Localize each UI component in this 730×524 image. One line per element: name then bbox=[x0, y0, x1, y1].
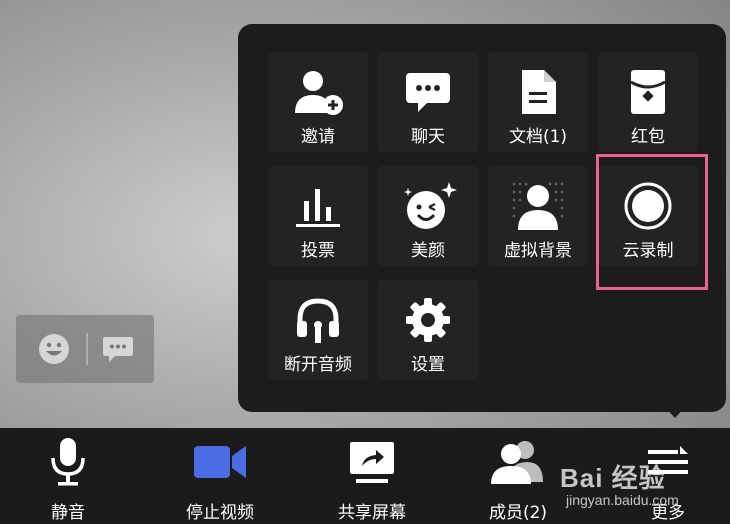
vote-label: 投票 bbox=[301, 241, 335, 261]
red-packet-button[interactable]: 红包 bbox=[598, 52, 698, 152]
document-label: 文档(1) bbox=[508, 127, 568, 147]
chat-label: 聊天 bbox=[411, 127, 445, 147]
panel-pointer bbox=[664, 406, 686, 418]
members-button[interactable]: 成员(2) bbox=[468, 428, 568, 524]
mute-button[interactable]: 静音 bbox=[20, 428, 116, 524]
document-button[interactable]: 文档(1) bbox=[488, 52, 588, 152]
vote-button[interactable]: 投票 bbox=[268, 166, 368, 266]
beauty-button[interactable]: 美颜 bbox=[378, 166, 478, 266]
invite-button[interactable]: 邀请 bbox=[268, 52, 368, 152]
floating-reaction-bar bbox=[16, 315, 154, 383]
stop-video-button[interactable]: 停止视频 bbox=[168, 428, 272, 524]
baidu-jingyan-watermark: Bai 经验 jingyan.baidu.com bbox=[560, 458, 730, 518]
gear-icon bbox=[378, 294, 478, 346]
document-icon bbox=[488, 66, 588, 118]
red-packet-label: 红包 bbox=[631, 127, 665, 147]
cloud-record-highlight bbox=[596, 154, 708, 290]
watermark-logo-text: Bai 经验 bbox=[560, 463, 666, 493]
stop-video-label: 停止视频 bbox=[186, 503, 254, 523]
beauty-face-icon bbox=[378, 180, 478, 232]
share-screen-label: 共享屏幕 bbox=[338, 503, 406, 523]
headphone-icon bbox=[268, 294, 368, 346]
mute-label: 静音 bbox=[51, 503, 85, 523]
virtual-background-icon bbox=[488, 180, 588, 232]
virtual-background-button[interactable]: 虚拟背景 bbox=[488, 166, 588, 266]
floating-bar-divider bbox=[86, 333, 88, 365]
emoji-icon[interactable] bbox=[34, 329, 74, 369]
chat-bubble-icon[interactable] bbox=[98, 329, 138, 369]
settings-button[interactable]: 设置 bbox=[378, 280, 478, 380]
vote-icon bbox=[268, 180, 368, 232]
share-screen-icon bbox=[320, 436, 424, 488]
share-screen-button[interactable]: 共享屏幕 bbox=[320, 428, 424, 524]
settings-label: 设置 bbox=[411, 355, 445, 375]
invite-label: 邀请 bbox=[301, 127, 335, 147]
video-camera-icon bbox=[168, 436, 272, 488]
disconnect-audio-label: 断开音频 bbox=[284, 355, 352, 375]
add-user-icon bbox=[268, 66, 368, 118]
beauty-label: 美颜 bbox=[411, 241, 445, 261]
chat-icon bbox=[378, 66, 478, 118]
members-icon bbox=[468, 436, 568, 488]
members-label: 成员(2) bbox=[488, 503, 548, 523]
disconnect-audio-button[interactable]: 断开音频 bbox=[268, 280, 368, 380]
chat-button[interactable]: 聊天 bbox=[378, 52, 478, 152]
watermark-url: jingyan.baidu.com bbox=[566, 492, 679, 508]
virtual-background-label: 虚拟背景 bbox=[504, 241, 572, 261]
microphone-icon bbox=[20, 436, 116, 488]
red-packet-icon bbox=[598, 66, 698, 118]
